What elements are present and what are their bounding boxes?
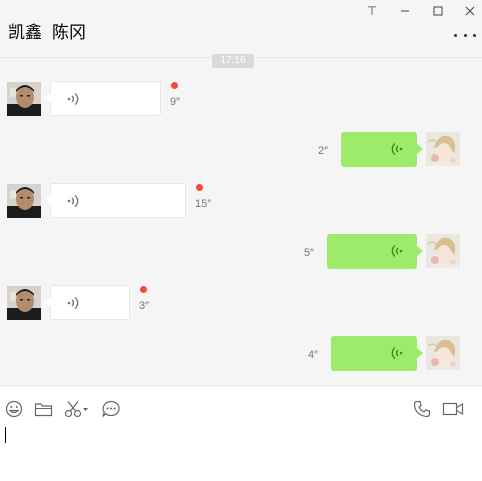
voice-wave-icon	[67, 92, 79, 106]
voice-message-bubble[interactable]	[341, 132, 423, 167]
voice-message-bubble[interactable]	[45, 81, 161, 116]
voice-wave-icon	[391, 346, 403, 360]
voice-message-bubble[interactable]	[331, 336, 423, 371]
minimize-button[interactable]	[390, 0, 420, 22]
my-avatar[interactable]	[426, 234, 460, 268]
video-call-button[interactable]	[442, 399, 464, 419]
contact-avatar[interactable]	[7, 184, 41, 218]
more-dot	[473, 33, 476, 37]
my-avatar-image	[426, 336, 460, 370]
contact-avatar[interactable]	[7, 286, 41, 320]
chat-header: 凯鑫 陈冈 ⊤	[0, 0, 482, 58]
more-dot	[454, 33, 457, 37]
scissors-icon	[64, 401, 88, 418]
emoji-icon	[5, 400, 23, 418]
chat-history-icon	[102, 400, 120, 417]
voice-duration: 5″	[304, 247, 315, 259]
voice-duration: 4″	[308, 349, 319, 361]
chat-history-button[interactable]	[101, 399, 121, 419]
phone-icon	[413, 400, 431, 418]
video-icon	[442, 402, 464, 416]
message-input-area[interactable]	[0, 385, 482, 481]
my-avatar[interactable]	[426, 132, 460, 166]
unread-dot	[140, 286, 147, 293]
message-list[interactable]: 9″ 2″ 15″ 5″ 3″ 4″	[0, 58, 482, 385]
voice-duration: 9″	[170, 96, 181, 108]
contact-name: 凯鑫	[8, 23, 42, 43]
emoji-button[interactable]	[5, 399, 23, 419]
my-avatar-image	[426, 234, 460, 268]
contact-avatar-image	[7, 286, 41, 320]
voice-wave-icon	[67, 194, 79, 208]
contact-remark: 陈冈	[52, 23, 86, 43]
unread-dot	[196, 184, 203, 191]
minimize-icon	[401, 10, 409, 12]
screenshot-button[interactable]	[64, 399, 90, 419]
more-dot	[463, 33, 467, 37]
send-file-button[interactable]	[34, 399, 53, 419]
voice-message-bubble[interactable]	[45, 183, 186, 218]
chat-title: 凯鑫 陈冈	[8, 18, 86, 43]
contact-avatar[interactable]	[7, 82, 41, 116]
more-options-button[interactable]	[452, 28, 478, 42]
my-avatar[interactable]	[426, 336, 460, 370]
voice-duration: 2″	[318, 145, 329, 157]
folder-icon	[34, 403, 53, 417]
maximize-icon	[433, 6, 443, 16]
pin-button[interactable]: ⊤	[357, 0, 387, 22]
contact-avatar-image	[7, 82, 41, 116]
text-input-caret	[5, 427, 6, 443]
close-button[interactable]	[455, 0, 482, 22]
voice-wave-icon	[391, 142, 403, 156]
voice-duration: 3″	[139, 300, 150, 312]
close-icon	[465, 6, 475, 16]
my-avatar-image	[426, 132, 460, 166]
pin-icon: ⊤	[366, 4, 378, 18]
unread-dot	[171, 82, 178, 89]
maximize-button[interactable]	[423, 0, 453, 22]
voice-message-bubble[interactable]	[45, 285, 130, 320]
voice-message-bubble[interactable]	[327, 234, 423, 269]
contact-avatar-image	[7, 184, 41, 218]
voice-wave-icon	[391, 244, 403, 258]
chevron-down-icon	[83, 408, 88, 411]
voice-wave-icon	[67, 296, 79, 310]
voice-call-button[interactable]	[413, 399, 431, 419]
voice-duration: 15″	[195, 198, 212, 210]
